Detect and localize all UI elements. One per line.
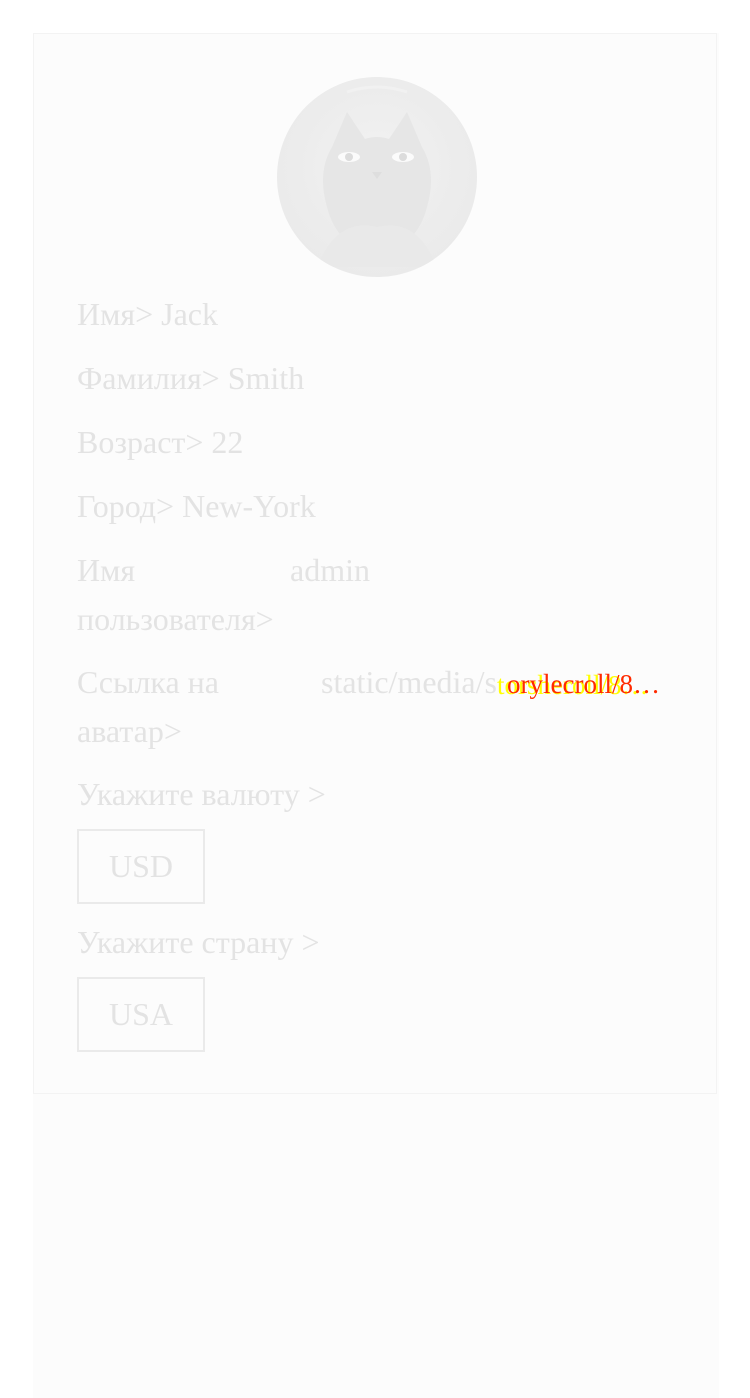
username-row: Имя пользователя> admin xyxy=(77,546,677,646)
currency-label: Укажите валюту > xyxy=(77,776,326,812)
country-label: Укажите страну > xyxy=(77,924,320,960)
name-value: Jack xyxy=(161,296,218,332)
name-label: Имя> xyxy=(77,296,154,332)
surname-value: Smith xyxy=(227,360,305,396)
cat-avatar-image xyxy=(317,85,437,267)
surname-row: Фамилия> Smith xyxy=(77,354,304,403)
profile-card: Имя> Jack Фамилия> Smith Возраст> 22 Город>… xyxy=(33,33,717,1094)
city-value: New-York xyxy=(182,488,316,524)
city-label: Город> xyxy=(77,488,175,524)
avatar-link-overflow-red: orylecroll/8… xyxy=(507,669,660,699)
username-value: admin xyxy=(290,552,370,588)
avatar-link-value: static/media/s xyxy=(321,664,497,700)
country-select[interactable]: USA xyxy=(77,977,205,1052)
avatar-link-label: Ссылка на аватар> xyxy=(77,664,219,749)
surname-label: Фамилия> xyxy=(77,360,220,396)
username-label: Имя пользователя> xyxy=(77,552,274,637)
avatar xyxy=(277,77,477,277)
age-value: 22 xyxy=(211,424,244,460)
city-row: Город> New-York xyxy=(77,482,316,531)
name-row: Имя> Jack xyxy=(77,290,218,339)
age-row: Возраст> 22 xyxy=(77,418,243,467)
currency-select[interactable]: USD xyxy=(77,829,205,904)
age-label: Возраст> xyxy=(77,424,204,460)
